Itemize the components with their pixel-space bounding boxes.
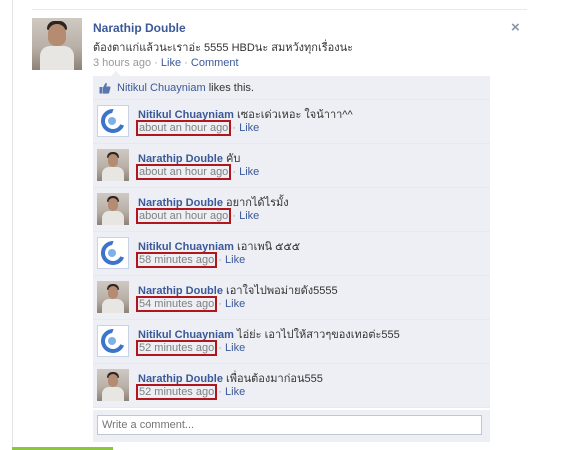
- avatar-face: [108, 286, 118, 299]
- comment-like-link[interactable]: Like: [225, 298, 245, 310]
- comment-meta: about an hour ago · Like: [135, 164, 259, 180]
- commenter-name[interactable]: Narathip Double คับ: [138, 149, 240, 167]
- comment-timestamp[interactable]: 52 minutes ago: [135, 340, 218, 356]
- meta-separator: ·: [232, 166, 237, 178]
- commenter-name-text[interactable]: Narathip Double: [138, 285, 223, 297]
- comment-item: Narathip Double เพื่อนต้องมาก่อน555 52 m…: [93, 364, 490, 408]
- comment-meta: 52 minutes ago · Like: [135, 384, 245, 400]
- comment-item: Narathip Double คับ about an hour ago · …: [93, 144, 490, 188]
- commenter-name-text[interactable]: Narathip Double: [138, 153, 223, 165]
- photo-shirt: [40, 46, 74, 70]
- commenter-avatar[interactable]: [97, 105, 129, 137]
- meta-separator: ·: [232, 122, 237, 134]
- comment-meta: 58 minutes ago · Like: [135, 252, 245, 268]
- commenter-avatar[interactable]: [97, 281, 129, 313]
- avatar-shirt: [102, 299, 124, 313]
- commenter-avatar[interactable]: [97, 149, 129, 181]
- avatar-dot: [108, 337, 116, 345]
- likes-text: Nitikul Chuayniam likes this.: [117, 82, 254, 94]
- comment-like-link[interactable]: Like: [239, 166, 259, 178]
- commenter-name-text[interactable]: Nitikul Chuayniam: [138, 329, 234, 341]
- commenter-avatar[interactable]: [97, 193, 129, 225]
- meta-separator: ·: [218, 342, 222, 354]
- avatar-face: [108, 154, 118, 167]
- post-author-name[interactable]: Narathip Double: [93, 21, 186, 35]
- post-comment-link[interactable]: Comment: [191, 57, 239, 69]
- commenter-name-text[interactable]: Nitikul Chuayniam: [138, 109, 234, 121]
- post-meta: 3 hours ago · Like · Comment: [93, 57, 239, 69]
- likes-suffix: likes this.: [205, 82, 254, 94]
- comment-meta: 52 minutes ago · Like: [135, 340, 245, 356]
- post-like-link[interactable]: Like: [161, 57, 181, 69]
- comment-like-link[interactable]: Like: [225, 254, 245, 266]
- comment-timestamp[interactable]: 52 minutes ago: [135, 384, 218, 400]
- post-text: ต้องตาแก่แล้วนะเราอ่ะ 5555 HBDนะ สมหวังท…: [93, 42, 354, 54]
- comment-like-link[interactable]: Like: [225, 386, 245, 398]
- comment-meta: about an hour ago · Like: [135, 208, 259, 224]
- avatar-face: [108, 198, 118, 211]
- comment-timestamp[interactable]: about an hour ago: [135, 120, 232, 136]
- commenter-avatar[interactable]: [97, 369, 129, 401]
- comment-item: Narathip Double เอาใจไปพอม่ายดัง5555 54 …: [93, 276, 490, 320]
- avatar-shirt: [102, 387, 124, 401]
- commenter-name[interactable]: Narathip Double เพื่อนต้องมาก่อน555: [138, 369, 323, 387]
- likes-summary: Nitikul Chuayniam likes this.: [93, 76, 490, 100]
- meta-separator: ·: [184, 57, 188, 69]
- top-divider: [32, 9, 527, 10]
- comment-text: เซอะเด่วเหอะ ใจน้าาา^^: [237, 109, 353, 121]
- comment-text: เอาเพนิ ๕๕๕: [237, 241, 301, 253]
- commenter-avatar[interactable]: [97, 237, 129, 269]
- liker-name[interactable]: Nitikul Chuayniam: [117, 82, 206, 94]
- meta-separator: ·: [218, 386, 222, 398]
- commenter-name-text[interactable]: Narathip Double: [138, 197, 223, 209]
- commenter-name[interactable]: Nitikul Chuayniam เซอะเด่วเหอะ ใจน้าาา^^: [138, 105, 353, 123]
- avatar-face: [108, 374, 118, 387]
- commenter-name[interactable]: Nitikul Chuayniam เอาเพนิ ๕๕๕: [138, 237, 300, 255]
- commenter-avatar[interactable]: [97, 325, 129, 357]
- thumbs-up-icon: [99, 82, 111, 94]
- avatar-dot: [108, 249, 116, 257]
- comment-text: อยากได้ไรมั้ง: [226, 197, 289, 209]
- comment-item: Nitikul Chuayniam เอาเพนิ ๕๕๕ 58 minutes…: [93, 232, 490, 276]
- comment-text: คับ: [226, 153, 241, 165]
- post-time[interactable]: 3 hours ago: [93, 57, 151, 69]
- comment-timestamp[interactable]: 58 minutes ago: [135, 252, 218, 268]
- comment-timestamp[interactable]: about an hour ago: [135, 164, 232, 180]
- meta-separator: ·: [232, 210, 237, 222]
- comment-text: เอาใจไปพอม่ายดัง5555: [226, 285, 338, 297]
- comment-input[interactable]: [97, 415, 482, 435]
- comment-item: Nitikul Chuayniam ไอ่ย่ะ เอาไปให้สาวๆของ…: [93, 320, 490, 364]
- comment-timestamp[interactable]: about an hour ago: [135, 208, 232, 224]
- comment-meta: about an hour ago · Like: [135, 120, 259, 136]
- avatar-shirt: [102, 167, 124, 181]
- comment-item: Nitikul Chuayniam เซอะเด่วเหอะ ใจน้าาา^^…: [93, 100, 490, 144]
- meta-separator: ·: [218, 254, 222, 266]
- commenter-name[interactable]: Narathip Double อยากได้ไรมั้ง: [138, 193, 289, 211]
- comment-like-link[interactable]: Like: [225, 342, 245, 354]
- comments-section: Nitikul Chuayniam likes this. Nitikul Ch…: [93, 71, 490, 442]
- commenter-name-text[interactable]: Nitikul Chuayniam: [138, 241, 234, 253]
- avatar-shirt: [102, 211, 124, 225]
- author-profile-photo[interactable]: [32, 18, 82, 70]
- commenter-name[interactable]: Narathip Double เอาใจไปพอม่ายดัง5555: [138, 281, 338, 299]
- comment-like-link[interactable]: Like: [239, 210, 259, 222]
- comment-meta: 54 minutes ago · Like: [135, 296, 245, 312]
- comment-timestamp[interactable]: 54 minutes ago: [135, 296, 218, 312]
- avatar-dot: [108, 117, 116, 125]
- comment-like-link[interactable]: Like: [239, 122, 259, 134]
- comment-item: Narathip Double อยากได้ไรมั้ง about an h…: [93, 188, 490, 232]
- comment-text: ไอ่ย่ะ เอาไปให้สาวๆของเทอต่ะ555: [237, 329, 400, 341]
- write-comment-row: [93, 410, 490, 442]
- left-divider: [12, 0, 13, 450]
- close-icon[interactable]: ×: [511, 19, 520, 36]
- photo-face: [48, 24, 66, 46]
- commenter-name[interactable]: Nitikul Chuayniam ไอ่ย่ะ เอาไปให้สาวๆของ…: [138, 325, 400, 343]
- commenter-name-text[interactable]: Narathip Double: [138, 373, 223, 385]
- meta-separator: ·: [218, 298, 222, 310]
- meta-separator: ·: [154, 57, 158, 69]
- comment-text: เพื่อนต้องมาก่อน555: [226, 373, 323, 385]
